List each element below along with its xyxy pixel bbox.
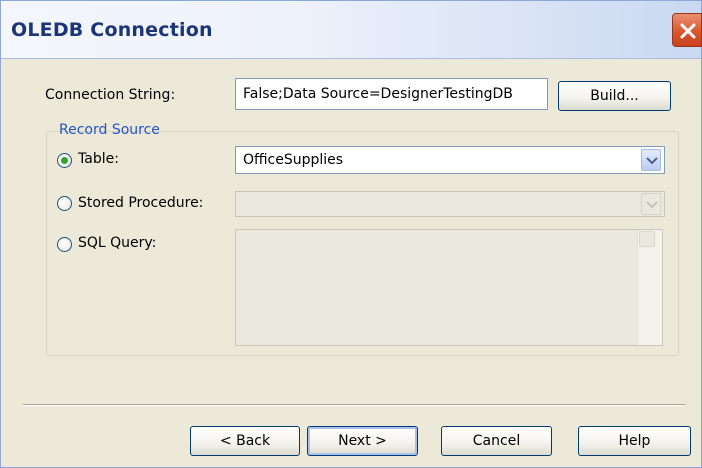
stored-procedure-select[interactable] xyxy=(235,191,665,217)
connection-string-input[interactable]: False;Data Source=DesignerTestingDB xyxy=(235,78,548,110)
sql-query-scrollbar[interactable] xyxy=(637,230,662,345)
divider xyxy=(23,404,686,406)
window-title: OLEDB Connection xyxy=(11,19,213,41)
stored-procedure-radio[interactable] xyxy=(57,196,72,211)
close-button[interactable] xyxy=(672,13,702,47)
build-button[interactable]: Build... xyxy=(558,81,671,111)
table-select[interactable]: OfficeSupplies xyxy=(235,146,665,174)
sql-query-textarea[interactable] xyxy=(235,229,663,346)
record-source-title: Record Source xyxy=(59,122,160,138)
table-select-dropdown-button[interactable] xyxy=(641,149,661,171)
back-button[interactable]: < Back xyxy=(190,426,300,456)
cancel-button[interactable]: Cancel xyxy=(441,426,552,456)
title-bar[interactable]: OLEDB Connection xyxy=(1,1,702,59)
sql-query-radio-label[interactable]: SQL Query: xyxy=(78,235,156,251)
table-radio[interactable] xyxy=(57,153,72,168)
stored-procedure-radio-label[interactable]: Stored Procedure: xyxy=(78,195,203,211)
sql-query-radio[interactable] xyxy=(57,237,72,252)
chevron-down-icon xyxy=(646,157,658,165)
close-icon xyxy=(680,23,696,39)
chevron-down-icon xyxy=(646,201,658,209)
scroll-up-button[interactable] xyxy=(639,231,655,247)
stored-procedure-dropdown-button[interactable] xyxy=(641,193,661,215)
next-button[interactable]: Next > xyxy=(307,426,418,456)
table-radio-label[interactable]: Table: xyxy=(78,151,119,167)
help-button[interactable]: Help xyxy=(578,426,691,456)
connection-string-label: Connection String: xyxy=(45,87,176,103)
radio-selected-dot xyxy=(61,157,68,164)
oledb-connection-dialog: OLEDB Connection Connection String: Fals… xyxy=(0,0,702,468)
